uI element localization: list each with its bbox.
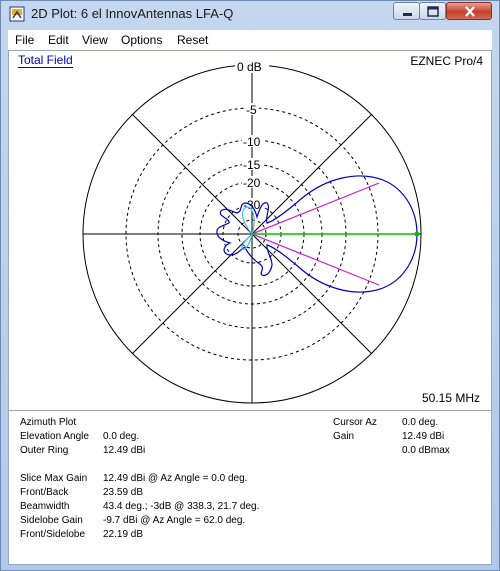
menu-view[interactable]: View bbox=[82, 33, 108, 47]
menu-bar: File Edit View Options Reset bbox=[8, 30, 492, 50]
minimize-icon bbox=[403, 13, 412, 16]
front-sidelobe-label: Front/Sidelobe bbox=[20, 529, 86, 540]
plot-window: 2D Plot: 6 el InnovAntennas LFA-Q File E… bbox=[0, 0, 500, 571]
sidelobe-gain-value: -9.7 dBi @ Az Angle = 62.0 deg. bbox=[103, 515, 246, 526]
cursor-az-label: Cursor Az bbox=[333, 417, 377, 428]
ring-label-minus-10: -10 bbox=[243, 135, 261, 149]
gain-label: Gain bbox=[333, 431, 355, 442]
gain-dbmax-value: 0.0 dBmax bbox=[402, 445, 450, 456]
info-panel: Azimuth Plot Elevation Angle 0.0 deg. Ou… bbox=[9, 411, 491, 564]
menu-file[interactable]: File bbox=[15, 33, 34, 47]
outer-ring-value: 12.49 dBi bbox=[103, 445, 146, 456]
maximize-button[interactable] bbox=[419, 2, 446, 20]
elevation-angle-value: 0.0 deg. bbox=[103, 431, 140, 442]
maximize-icon bbox=[427, 6, 439, 17]
cursor-az-value: 0.0 deg. bbox=[402, 417, 439, 428]
app-icon bbox=[9, 6, 25, 22]
front-sidelobe-value: 22.19 dB bbox=[103, 529, 144, 540]
ring-label-minus-5: -5 bbox=[246, 103, 257, 117]
close-button[interactable] bbox=[446, 2, 492, 20]
title-bar[interactable]: 2D Plot: 6 el InnovAntennas LFA-Q bbox=[1, 1, 499, 29]
front-back-value: 23.59 dB bbox=[103, 487, 144, 498]
elevation-angle-label: Elevation Angle bbox=[20, 431, 89, 442]
menu-edit[interactable]: Edit bbox=[48, 33, 69, 47]
beamwidth-value: 43.4 deg.; -3dB @ 338.3, 21.7 deg. bbox=[103, 501, 260, 512]
polar-plot-area[interactable]: Total Field EZNEC Pro/4 0 dB -5 -10 -15 … bbox=[9, 51, 491, 409]
polar-plot[interactable]: 0 dB -5 -10 -15 -20 -30 bbox=[9, 51, 491, 409]
close-icon bbox=[465, 6, 475, 17]
slice-max-gain-label: Slice Max Gain bbox=[20, 473, 88, 484]
plot-type-text: Azimuth Plot bbox=[20, 417, 77, 428]
beamwidth-line-upper bbox=[251, 182, 380, 235]
minimize-button[interactable] bbox=[393, 2, 420, 20]
frequency-label: 50.15 MHz bbox=[421, 391, 480, 405]
outer-ring-label: Outer Ring bbox=[20, 445, 69, 456]
window-title: 2D Plot: 6 el InnovAntennas LFA-Q bbox=[31, 6, 234, 21]
ring-label-minus-15: -15 bbox=[243, 158, 261, 172]
front-back-label: Front/Back bbox=[20, 487, 69, 498]
sidelobe-gain-label: Sidelobe Gain bbox=[20, 515, 83, 526]
gain-value: 12.49 dBi bbox=[402, 431, 445, 442]
slice-max-gain-value: 12.49 dBi @ Az Angle = 0.0 deg. bbox=[103, 473, 248, 484]
menu-options[interactable]: Options bbox=[121, 33, 162, 47]
plot-client-area: Total Field EZNEC Pro/4 0 dB -5 -10 -15 … bbox=[8, 50, 492, 565]
cursor-marker[interactable] bbox=[414, 231, 420, 237]
menu-reset[interactable]: Reset bbox=[177, 33, 208, 47]
ring-label-0db: 0 dB bbox=[237, 60, 262, 74]
ring-label-minus-20: -20 bbox=[243, 176, 261, 190]
beamwidth-label: Beamwidth bbox=[20, 501, 70, 512]
